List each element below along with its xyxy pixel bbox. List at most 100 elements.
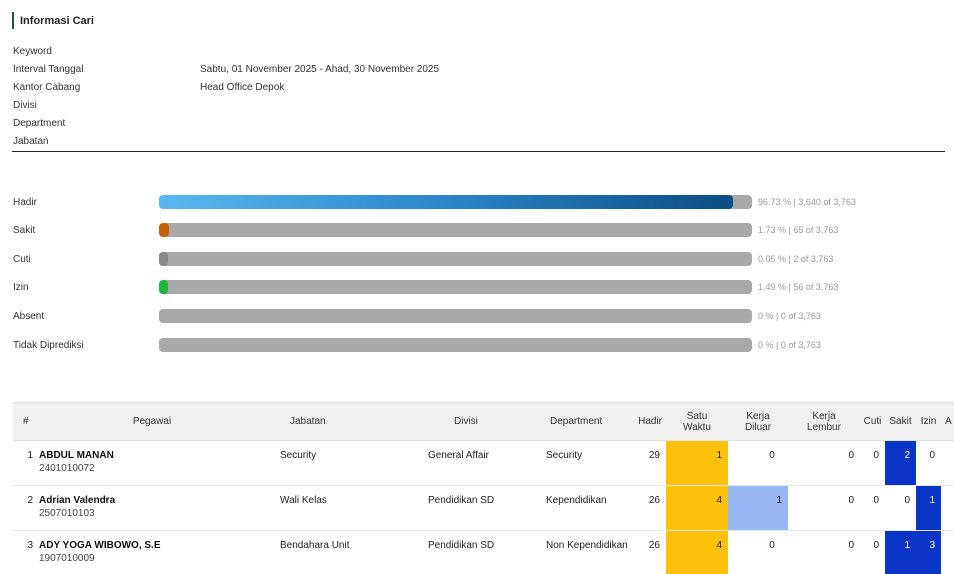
cell-a — [941, 441, 954, 486]
table-header-row: # Pegawai Jabatan Divisi Department Hadi… — [13, 402, 954, 441]
cell-a — [941, 486, 954, 531]
info-label: Department — [13, 117, 66, 129]
info-label: Interval Tanggal — [13, 63, 84, 75]
cell-divisi: Pendidikan SD — [428, 495, 495, 506]
info-section-heading: Informasi Cari — [12, 12, 94, 29]
cell-hadir: 26 — [648, 540, 660, 551]
cell-kerja-diluar: 1 — [728, 485, 788, 531]
progress-bar-track — [159, 195, 752, 209]
col-header-no: # — [23, 416, 29, 427]
employee-name[interactable]: ADY YOGA WIBOWO, S.E — [39, 540, 265, 551]
cell-pegawai: Adrian Valendra 2507010103 — [39, 486, 265, 531]
info-heading-text: Informasi Cari — [20, 14, 94, 27]
stat-value-text: 0.05 % | 2 of 3,763 — [758, 254, 834, 264]
attendance-table-container[interactable]: # Pegawai Jabatan Divisi Department Hadi… — [13, 402, 954, 574]
cell-department: Security — [546, 450, 583, 461]
cell-satu-waktu: 1 — [666, 440, 728, 486]
cell-hadir: 29 — [648, 450, 660, 461]
info-label: Keyword — [13, 45, 52, 57]
cell-jabatan: Bendahara Unit — [280, 540, 350, 551]
col-header-line: Lembur — [807, 421, 841, 433]
stat-value-text: 1.49 % | 56 of 3,763 — [758, 282, 839, 292]
col-header-line: Diluar — [744, 421, 772, 433]
stat-label: Tidak Diprediksi — [13, 339, 84, 351]
cell-satu-waktu: 4 — [666, 530, 728, 574]
cell-department: Non Kependidikan — [546, 540, 628, 551]
row-number: 1 — [27, 450, 33, 461]
table-row[interactable]: 2 Adrian Valendra 2507010103 Wali Kelas … — [13, 485, 954, 531]
cell-divisi: General Affair — [428, 450, 489, 461]
cell-cuti: 0 — [873, 540, 879, 551]
info-row-divisi: Divisi — [13, 96, 945, 114]
col-header-divisi[interactable]: Divisi — [413, 403, 531, 441]
cell-satu-waktu: 4 — [666, 485, 728, 531]
cell-divisi: Pendidikan SD — [428, 540, 495, 551]
progress-bar-fill — [159, 280, 169, 294]
col-header-department[interactable]: Department — [531, 403, 634, 441]
col-header-cuti[interactable]: Cuti — [860, 403, 885, 441]
stat-value-text: 0 % | 0 of 3,763 — [758, 311, 821, 321]
cell-pegawai: ABDUL MANAN 2401010072 — [39, 441, 265, 486]
col-header-line: Satu — [686, 410, 708, 422]
progress-bar-track — [159, 309, 752, 323]
cell-sakit: 1 — [885, 530, 916, 574]
progress-bar-track — [159, 280, 752, 294]
cell-izin: 3 — [916, 530, 941, 574]
stat-tidak-diprediksi: Tidak Diprediksi 0 % | 0 of 3,763 — [13, 338, 953, 352]
row-number: 2 — [27, 495, 33, 506]
progress-bar-track — [159, 252, 752, 266]
col-header-line: Kerja — [812, 410, 836, 422]
col-header-kerja-diluar[interactable]: Kerja Diluar — [728, 403, 788, 441]
stat-value-text: 96.73 % | 3,640 of 3,763 — [758, 197, 856, 207]
cell-sakit: 0 — [904, 495, 910, 506]
table-row[interactable]: 3 ADY YOGA WIBOWO, S.E 1907010009 Bendah… — [13, 530, 954, 574]
col-header-line: Kerja — [746, 410, 770, 422]
progress-bar-track — [159, 338, 752, 352]
stat-label: Sakit — [13, 224, 36, 236]
employee-id: 2401010072 — [39, 463, 95, 474]
stat-value-text: 1.73 % | 65 of 3,763 — [758, 225, 839, 235]
info-value: Head Office Depok — [200, 81, 285, 93]
col-header-sakit[interactable]: Sakit — [885, 403, 916, 441]
progress-bar-fill — [159, 252, 169, 266]
stat-hadir: Hadir 96.73 % | 3,640 of 3,763 — [13, 195, 953, 209]
col-header-line: Waktu — [683, 421, 711, 433]
info-row-department: Department — [13, 114, 945, 132]
employee-name[interactable]: ABDUL MANAN — [39, 450, 265, 461]
col-header-izin[interactable]: Izin — [916, 403, 941, 441]
progress-bar-fill — [159, 223, 170, 237]
stat-sakit: Sakit 1.73 % | 65 of 3,763 — [13, 223, 953, 237]
info-label: Divisi — [13, 99, 37, 111]
cell-department: Kependidikan — [546, 495, 607, 506]
col-header-kerja-lembur[interactable]: Kerja Lembur — [788, 403, 860, 441]
info-label: Jabatan — [13, 135, 49, 147]
stat-label: Cuti — [13, 253, 31, 265]
progress-bar-track — [159, 223, 752, 237]
stat-label: Izin — [13, 281, 29, 293]
progress-bar-fill — [159, 195, 733, 209]
col-header-satu-waktu[interactable]: Satu Waktu — [666, 403, 728, 441]
col-header-pegawai[interactable]: Pegawai — [39, 403, 265, 441]
table-row[interactable]: 1 ABDUL MANAN 2401010072 Security Genera… — [13, 440, 954, 486]
cell-kerja-diluar: 0 — [769, 450, 775, 461]
info-label: Kantor Cabang — [13, 81, 81, 93]
cell-jabatan: Security — [280, 450, 317, 461]
stat-absent: Absent 0 % | 0 of 3,763 — [13, 309, 953, 323]
col-header-jabatan[interactable]: Jabatan — [265, 403, 413, 441]
col-header-hadir[interactable]: Hadir — [634, 403, 666, 441]
stat-value-text: 0 % | 0 of 3,763 — [758, 340, 821, 350]
cell-hadir: 26 — [648, 495, 660, 506]
stat-label: Absent — [13, 310, 45, 322]
info-row-kantor-cabang: Kantor Cabang Head Office Depok — [13, 78, 945, 96]
employee-id: 2507010103 — [39, 508, 95, 519]
cell-a — [941, 531, 954, 574]
col-header-a[interactable]: A — [941, 403, 954, 441]
row-number: 3 — [27, 540, 33, 551]
info-row-jabatan: Jabatan — [13, 132, 945, 150]
cell-cuti: 0 — [873, 450, 879, 461]
cell-jabatan: Wali Kelas — [280, 495, 327, 506]
employee-name[interactable]: Adrian Valendra — [39, 495, 265, 506]
info-row-interval: Interval Tanggal Sabtu, 01 November 2025… — [13, 60, 945, 78]
cell-kerja-lembur: 0 — [848, 495, 854, 506]
stat-izin: Izin 1.49 % | 56 of 3,763 — [13, 280, 953, 294]
